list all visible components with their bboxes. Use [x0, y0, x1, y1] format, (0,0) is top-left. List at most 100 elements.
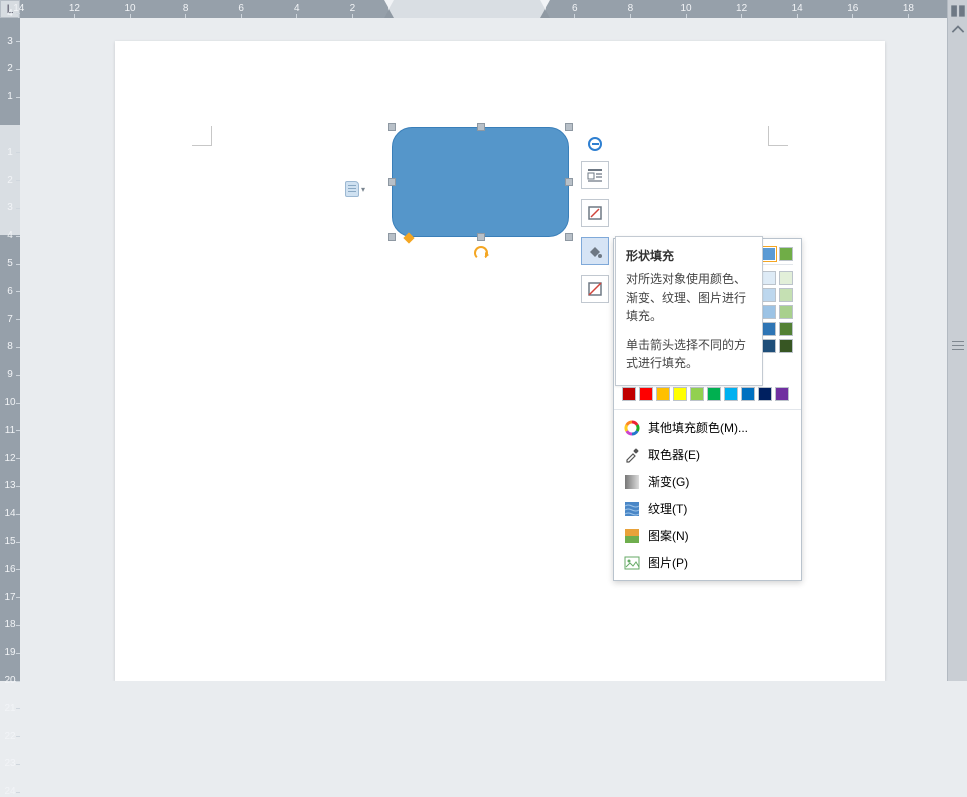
v-tick: 19	[0, 647, 20, 658]
layout-options-button[interactable]: ▾	[345, 181, 365, 197]
h-tick: 6	[232, 0, 250, 18]
panel-toggle-icon[interactable]	[949, 2, 967, 20]
right-indent-marker-top[interactable]	[540, 0, 550, 9]
v-tick: 4	[0, 8, 20, 19]
color-swatch[interactable]	[673, 387, 687, 401]
v-tick: 16	[0, 564, 20, 575]
eyedropper-item[interactable]: 取色器(E)	[614, 441, 801, 468]
v-tick: 2	[0, 175, 20, 186]
document-page[interactable]: ▾	[115, 41, 885, 681]
menu-item-label: 其他填充颜色(M)...	[648, 419, 748, 436]
texture-icon	[624, 501, 640, 517]
color-swatch[interactable]	[779, 339, 793, 353]
color-swatch[interactable]	[779, 305, 793, 319]
v-tick: 1	[0, 91, 20, 102]
picture-icon	[624, 555, 640, 571]
color-swatch[interactable]	[741, 387, 755, 401]
color-wheel-icon	[624, 420, 640, 436]
horizontal-ruler[interactable]: L 22201816141210864224681012141618202224…	[0, 0, 947, 18]
v-tick: 11	[0, 425, 20, 436]
shape-outline-button[interactable]	[581, 199, 609, 227]
shape-context-toolbar	[580, 137, 610, 313]
color-swatch[interactable]	[762, 288, 776, 302]
v-tick: 22	[0, 731, 20, 742]
shape-effects-button[interactable]	[581, 275, 609, 303]
resize-handle-nw[interactable]	[388, 123, 396, 131]
h-tick: 18	[899, 0, 917, 18]
v-tick: 7	[0, 314, 20, 325]
h-tick: 8	[177, 0, 195, 18]
color-swatch[interactable]	[690, 387, 704, 401]
corner-adjust-handle[interactable]	[403, 232, 414, 243]
v-tick: 4	[0, 230, 20, 241]
color-swatch[interactable]	[656, 387, 670, 401]
v-tick: 23	[0, 758, 20, 769]
color-swatch[interactable]	[724, 387, 738, 401]
resize-handle-s[interactable]	[477, 233, 485, 241]
v-tick: 13	[0, 480, 20, 491]
color-swatch[interactable]	[779, 271, 793, 285]
h-tick: 10	[677, 0, 695, 18]
shape-fill-tooltip: 形状填充 对所选对象使用颜色、渐变、纹理、图片进行填充。 单击箭头选择不同的方式…	[615, 236, 763, 386]
pattern-icon	[624, 528, 640, 544]
color-swatch[interactable]	[779, 288, 793, 302]
eyedropper-icon	[624, 447, 640, 463]
pattern-item[interactable]: 图案(N)	[614, 522, 801, 549]
menu-item-label: 图片(P)	[648, 554, 688, 571]
h-tick: 12	[65, 0, 83, 18]
h-tick: 10	[121, 0, 139, 18]
color-swatch[interactable]	[779, 322, 793, 336]
standard-color-row	[614, 387, 801, 409]
rotate-handle[interactable]	[474, 246, 488, 260]
h-tick: 14	[788, 0, 806, 18]
color-swatch[interactable]	[707, 387, 721, 401]
more-fill-colors-item[interactable]: 其他填充颜色(M)...	[614, 414, 801, 441]
resize-handle-ne[interactable]	[565, 123, 573, 131]
document-canvas[interactable]: ▾	[20, 18, 947, 681]
h-tick: 16	[844, 0, 862, 18]
collapse-panel-icon[interactable]	[949, 22, 967, 40]
vertical-ruler[interactable]: 5432112345678910111213141516171819202122…	[0, 18, 20, 681]
tooltip-paragraph: 单击箭头选择不同的方式进行填充。	[626, 336, 752, 373]
h-ruler-active-region	[388, 0, 546, 18]
v-tick: 6	[0, 286, 20, 297]
color-swatch[interactable]	[639, 387, 653, 401]
color-swatch[interactable]	[762, 271, 776, 285]
v-tick: 15	[0, 536, 20, 547]
color-swatch[interactable]	[762, 322, 776, 336]
color-swatch[interactable]	[622, 387, 636, 401]
right-indent-marker[interactable]	[540, 9, 550, 18]
menu-item-label: 图案(N)	[648, 527, 689, 544]
v-tick: 17	[0, 592, 20, 603]
v-tick: 3	[0, 36, 20, 47]
resize-handle-w[interactable]	[388, 178, 396, 186]
picture-item[interactable]: 图片(P)	[614, 549, 801, 576]
resize-handle-se[interactable]	[565, 233, 573, 241]
chevron-down-icon: ▾	[361, 185, 365, 194]
resize-handle-e[interactable]	[565, 178, 573, 186]
menu-item-label: 渐变(G)	[648, 473, 689, 490]
menu-item-label: 纹理(T)	[648, 500, 687, 517]
v-tick: 5	[0, 258, 20, 269]
first-line-indent-marker[interactable]	[384, 0, 394, 9]
text-wrap-button[interactable]	[581, 161, 609, 189]
h-tick: 8	[621, 0, 639, 18]
panel-resize-grip-icon[interactable]	[952, 341, 964, 350]
margin-guide-top-left	[192, 126, 212, 146]
v-tick: 9	[0, 369, 20, 380]
texture-item[interactable]: 纹理(T)	[614, 495, 801, 522]
right-side-panel-strip	[947, 0, 967, 681]
rounded-rectangle-shape[interactable]	[392, 127, 569, 237]
resize-handle-sw[interactable]	[388, 233, 396, 241]
tooltip-paragraph: 对所选对象使用颜色、渐变、纹理、图片进行填充。	[626, 270, 752, 326]
color-swatch[interactable]	[762, 305, 776, 319]
color-swatch[interactable]	[758, 387, 772, 401]
left-indent-marker[interactable]	[384, 9, 394, 18]
collapse-toolbar-button[interactable]	[588, 137, 602, 151]
resize-handle-n[interactable]	[477, 123, 485, 131]
gradient-item[interactable]: 渐变(G)	[614, 468, 801, 495]
color-swatch[interactable]	[775, 387, 789, 401]
v-tick: 18	[0, 619, 20, 630]
color-swatch[interactable]	[762, 339, 776, 353]
shape-fill-button[interactable]	[581, 237, 609, 265]
